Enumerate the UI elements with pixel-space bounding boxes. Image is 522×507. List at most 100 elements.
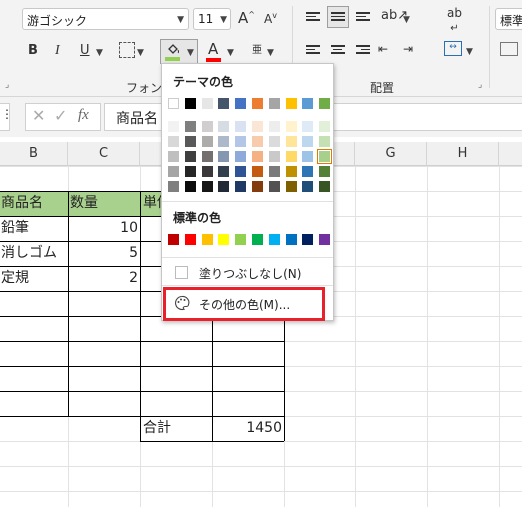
theme-shade-swatch[interactable] [168, 136, 179, 147]
standard-color-swatch[interactable] [302, 234, 314, 245]
table-cell-name[interactable]: 鉛筆 [0, 216, 68, 241]
theme-shade-swatch[interactable] [168, 166, 179, 177]
standard-color-swatch[interactable] [235, 234, 247, 245]
theme-color-swatch[interactable] [235, 98, 247, 109]
theme-shade-swatch[interactable] [317, 149, 333, 164]
theme-color-swatch[interactable] [285, 98, 297, 109]
theme-shade-swatch[interactable] [168, 121, 179, 132]
dialog-launcher-icon[interactable]: ⌟ [478, 80, 482, 90]
increase-indent-icon[interactable]: ⇥ [403, 42, 413, 56]
merge-dropdown-icon[interactable]: ▼ [466, 47, 473, 57]
align-center-icon[interactable] [331, 43, 345, 56]
table-cell-name[interactable]: 定規 [0, 266, 68, 291]
theme-shade-swatch[interactable] [184, 151, 196, 162]
no-fill-item[interactable]: 塗りつぶしなし(N) [199, 265, 301, 282]
cancel-icon[interactable]: ✕ [32, 106, 45, 125]
theme-shade-swatch[interactable] [252, 151, 263, 162]
bottom-align-icon[interactable] [356, 10, 370, 23]
dialog-launcher-icon[interactable]: ⌟ [5, 80, 9, 90]
theme-shade-swatch[interactable] [235, 151, 247, 162]
theme-shade-swatch[interactable] [235, 136, 247, 147]
shrink-font-button[interactable]: Av [264, 11, 277, 26]
column-header-i[interactable] [499, 142, 522, 166]
orientation-dropdown-icon[interactable]: ▼ [403, 15, 410, 25]
theme-shade-swatch[interactable] [201, 166, 213, 177]
theme-shade-swatch[interactable] [201, 136, 213, 147]
theme-color-swatch[interactable] [268, 98, 280, 109]
header-cell-name[interactable]: 商品名 [0, 191, 68, 216]
theme-shade-swatch[interactable] [268, 166, 280, 177]
theme-shade-swatch[interactable] [268, 136, 280, 147]
theme-shade-swatch[interactable] [319, 121, 331, 132]
column-header-h[interactable]: H [427, 142, 499, 166]
theme-shade-swatch[interactable] [184, 181, 196, 192]
column-header-c[interactable]: C [68, 142, 140, 166]
theme-shade-swatch[interactable] [285, 136, 297, 147]
theme-shade-swatch[interactable] [218, 181, 230, 192]
theme-shade-swatch[interactable] [302, 166, 314, 177]
theme-shade-swatch[interactable] [319, 166, 331, 177]
theme-color-swatch[interactable] [319, 98, 331, 109]
theme-color-swatch[interactable] [201, 98, 213, 109]
theme-shade-swatch[interactable] [218, 166, 230, 177]
standard-color-swatch[interactable] [268, 234, 280, 245]
theme-shade-swatch[interactable] [184, 121, 196, 132]
theme-color-swatch[interactable] [218, 98, 230, 109]
font-size-select[interactable]: 11 ▼ [193, 8, 231, 30]
theme-color-swatch[interactable] [168, 98, 179, 109]
theme-shade-swatch[interactable] [252, 121, 263, 132]
theme-shade-swatch[interactable] [268, 121, 280, 132]
theme-shade-swatch[interactable] [168, 151, 179, 162]
theme-shade-swatch[interactable] [201, 151, 213, 162]
table-cell-qty[interactable]: 2 [69, 266, 138, 291]
theme-shade-swatch[interactable] [201, 181, 213, 192]
accounting-format-icon[interactable] [500, 42, 518, 56]
theme-shade-swatch[interactable] [201, 121, 213, 132]
align-left-icon[interactable] [306, 43, 320, 56]
font-color-dropdown-icon[interactable]: ▼ [227, 48, 234, 58]
theme-color-swatch[interactable] [302, 98, 314, 109]
theme-color-swatch[interactable] [252, 98, 263, 109]
theme-shade-swatch[interactable] [302, 121, 314, 132]
theme-shade-swatch[interactable] [319, 181, 331, 192]
theme-shade-swatch[interactable] [218, 151, 230, 162]
align-right-icon[interactable] [356, 43, 370, 56]
theme-shade-swatch[interactable] [235, 121, 247, 132]
underline-dropdown-icon[interactable]: ▼ [96, 48, 103, 58]
theme-shade-swatch[interactable] [302, 151, 314, 162]
theme-shade-swatch[interactable] [285, 121, 297, 132]
name-box[interactable]: ⋮ [0, 103, 13, 131]
column-header-g[interactable]: G [355, 142, 427, 166]
theme-shade-swatch[interactable] [285, 151, 297, 162]
standard-color-swatch[interactable] [218, 234, 230, 245]
grow-font-button[interactable]: A^ [238, 9, 255, 27]
total-value-cell[interactable]: 1450 [213, 416, 282, 441]
theme-shade-swatch[interactable] [302, 181, 314, 192]
fill-color-button[interactable]: ▼ [160, 39, 198, 64]
theme-shade-swatch[interactable] [268, 181, 280, 192]
number-format-select[interactable]: 標準 [495, 8, 522, 30]
header-cell-qty[interactable]: 数量 [69, 191, 140, 216]
theme-shade-swatch[interactable] [218, 121, 230, 132]
decrease-indent-icon[interactable]: ⇤ [378, 42, 388, 56]
bold-button[interactable]: B [28, 43, 38, 58]
phonetic-dropdown-icon[interactable]: ▼ [267, 48, 274, 58]
border-button[interactable] [119, 42, 135, 58]
phonetic-guide-button[interactable]: 亜 [252, 41, 262, 56]
theme-shade-swatch[interactable] [252, 166, 263, 177]
wrap-text-button[interactable]: ab ↵ [447, 6, 462, 34]
theme-shade-swatch[interactable] [268, 151, 280, 162]
column-header-b[interactable]: B [0, 142, 68, 166]
theme-shade-swatch[interactable] [319, 136, 331, 147]
standard-color-swatch[interactable] [319, 234, 331, 245]
theme-shade-swatch[interactable] [184, 136, 196, 147]
standard-color-swatch[interactable] [201, 234, 213, 245]
standard-color-swatch[interactable] [184, 234, 196, 245]
middle-align-button[interactable] [327, 6, 349, 28]
italic-button[interactable]: I [55, 43, 60, 59]
top-align-icon[interactable] [306, 10, 320, 23]
theme-shade-swatch[interactable] [184, 166, 196, 177]
theme-shade-swatch[interactable] [235, 166, 247, 177]
border-dropdown-icon[interactable]: ▼ [137, 48, 144, 58]
standard-color-swatch[interactable] [168, 234, 179, 245]
